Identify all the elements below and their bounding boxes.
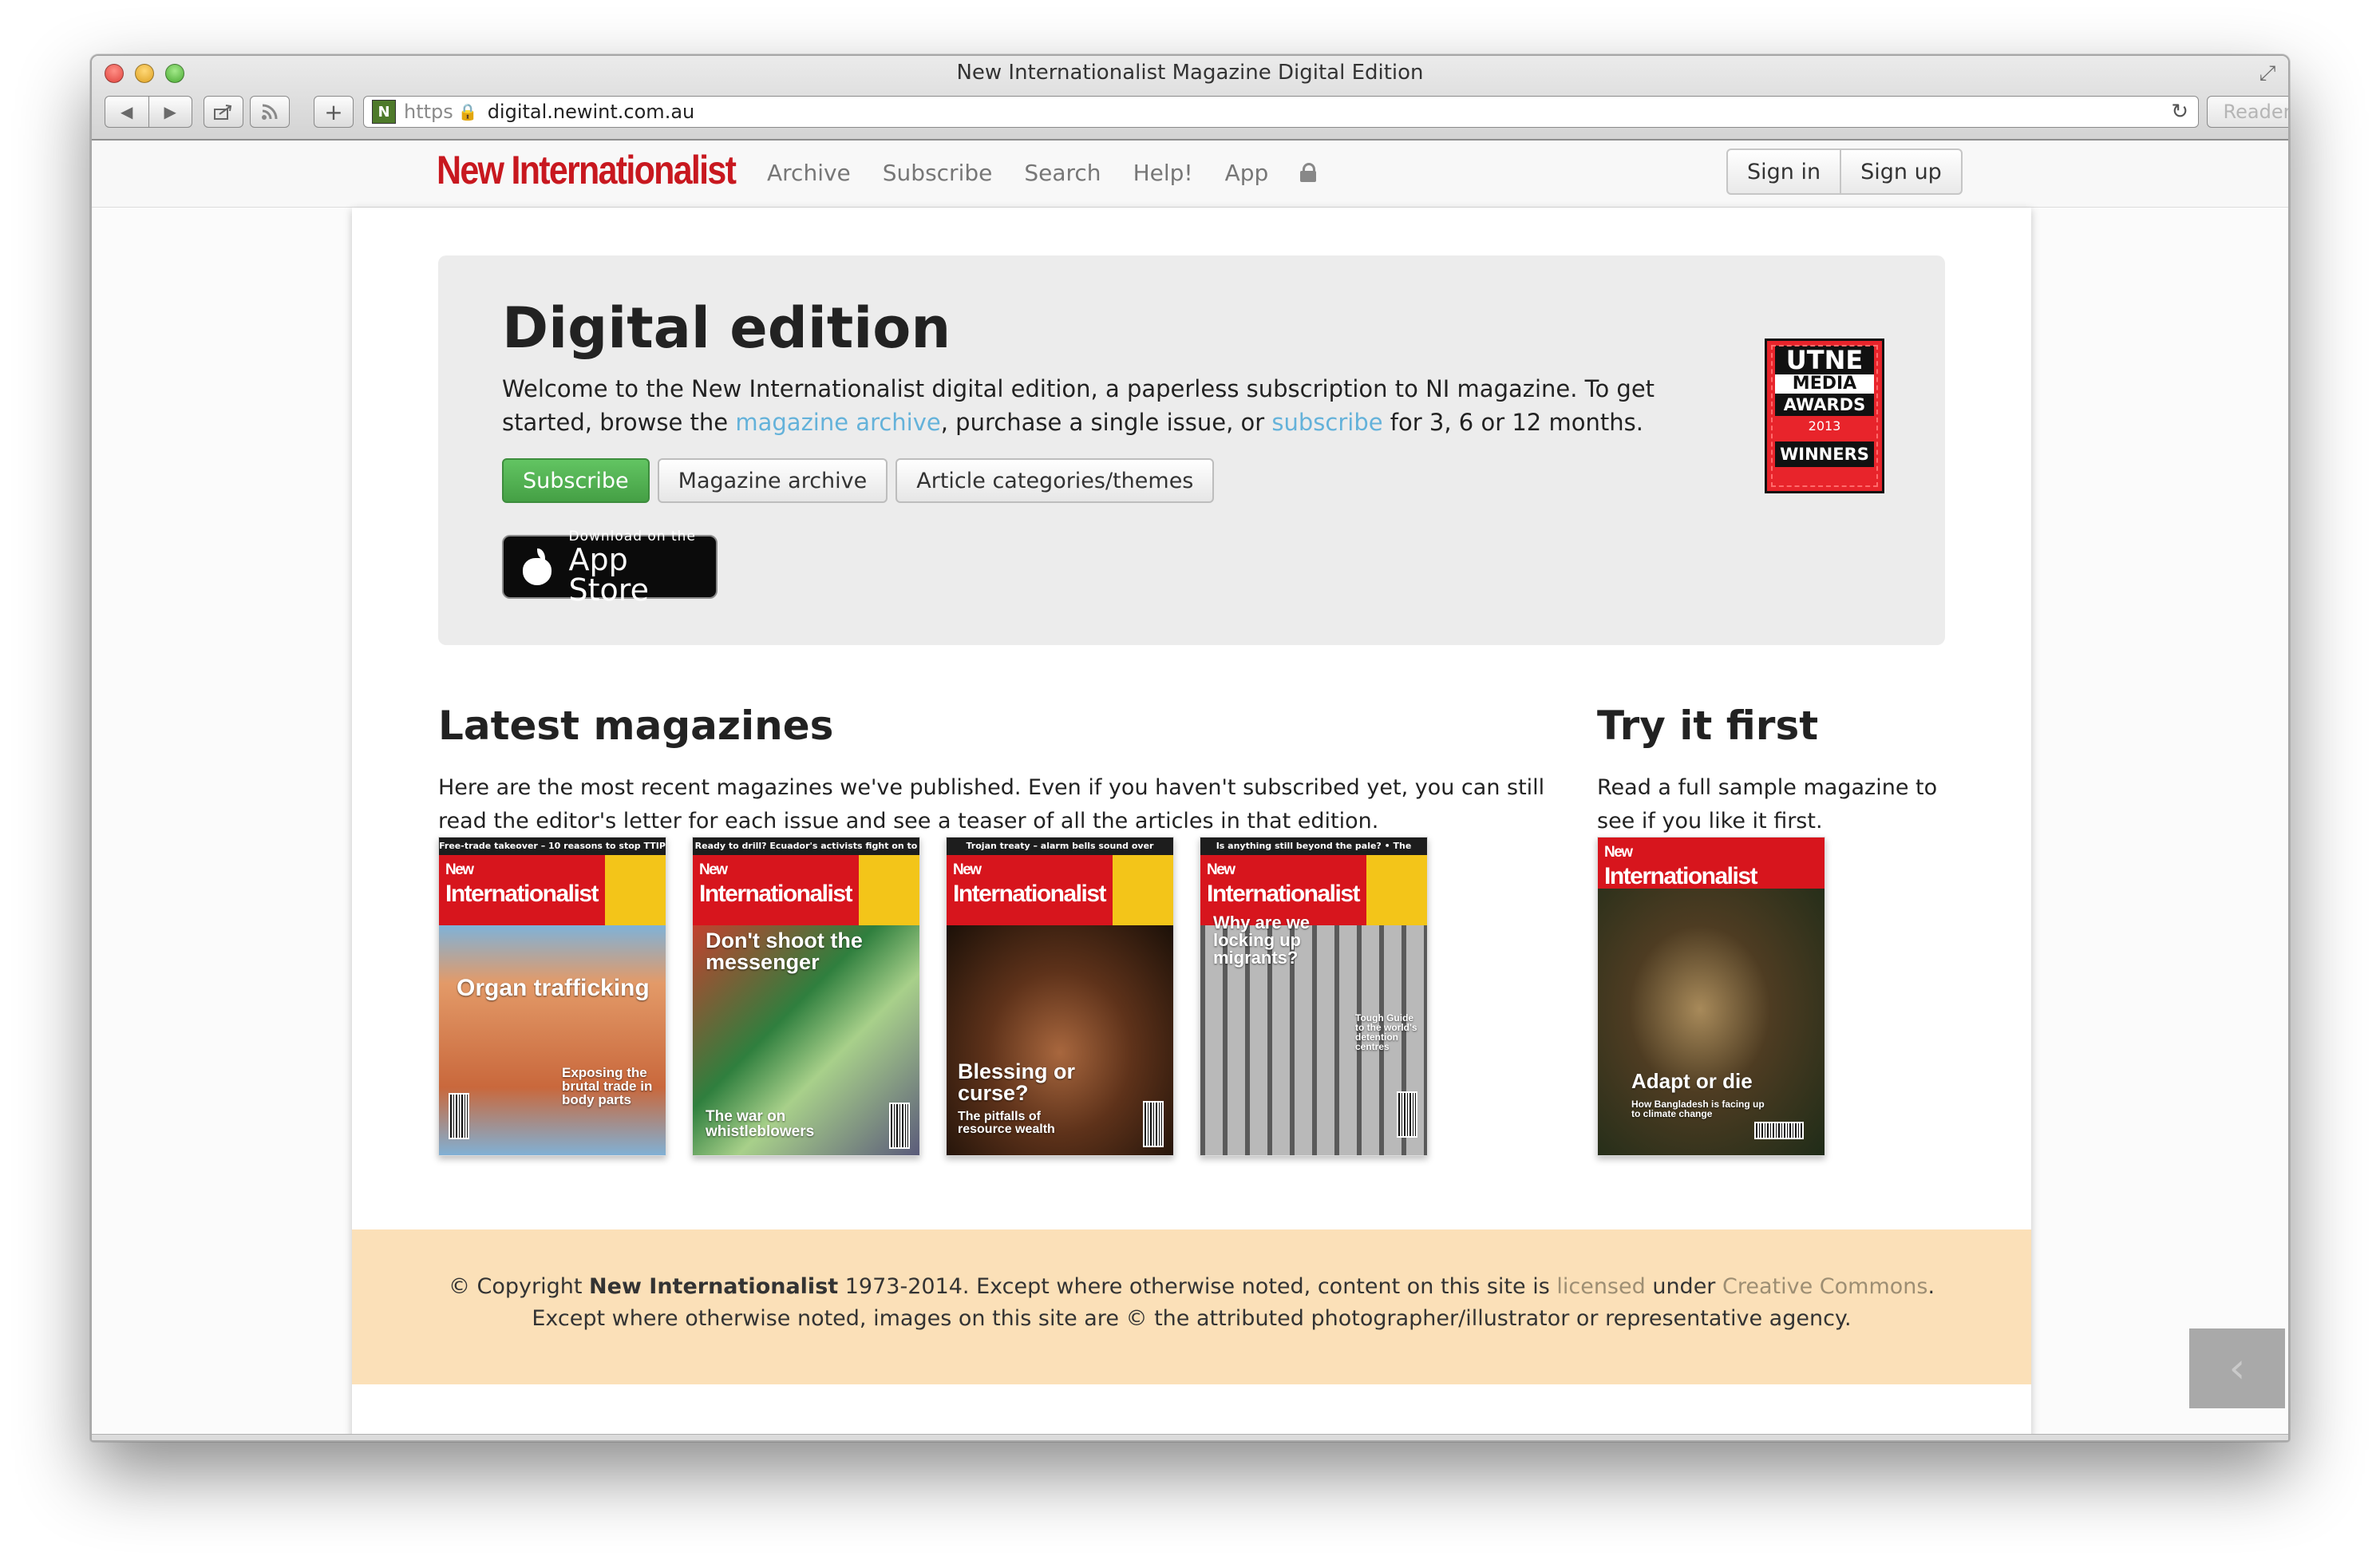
back-icon[interactable]: ◀ (105, 97, 149, 127)
magazine-cover[interactable]: Is anything still beyond the pale? • The… (1200, 837, 1428, 1156)
latest-magazines-heading: Latest magazines (438, 703, 834, 749)
utne-award-badge: UTNE MEDIA AWARDS 2013 WINNERS (1765, 339, 1884, 493)
licensed-link[interactable]: licensed (1556, 1274, 1645, 1299)
site-favicon: N (372, 100, 396, 124)
lock-icon: 🔒 (457, 102, 478, 121)
nav-help[interactable]: Help! (1133, 160, 1193, 186)
hero-buttons: Subscribe Magazine archive Article categ… (502, 458, 1215, 503)
barcode (1397, 1091, 1417, 1138)
share-button[interactable] (204, 96, 243, 128)
site-footer: © Copyright New Internationalist 1973-20… (352, 1229, 2031, 1384)
rss-button[interactable] (250, 96, 290, 128)
window-title: New Internationalist Magazine Digital Ed… (956, 61, 1424, 85)
main-container: Digital edition Welcome to the New Inter… (352, 208, 2031, 1440)
cover-art (439, 925, 666, 1155)
page-viewport: New Internationalist Archive Subscribe S… (92, 142, 2288, 1440)
reader-button[interactable]: Reader (2207, 96, 2288, 128)
url-scheme: https (404, 101, 453, 123)
horizontal-scrollbar[interactable] (92, 1434, 2288, 1440)
site-logo[interactable]: New Internationalist (437, 147, 737, 193)
footer-copyright: © Copyright New Internationalist 1973-20… (448, 1274, 1935, 1299)
app-store-big-text: App Store (568, 542, 649, 608)
url-text[interactable]: digital.newint.com.au (488, 101, 695, 123)
sign-up-button[interactable]: Sign up (1841, 150, 1961, 193)
fullscreen-icon[interactable]: ⤢ (2256, 62, 2279, 85)
latest-magazines-text: Here are the most recent magazines we've… (438, 775, 1545, 833)
reload-icon[interactable]: ↻ (2171, 100, 2188, 124)
magazine-cover[interactable]: Ready to drill? Ecuador's activists figh… (692, 837, 920, 1156)
nav-app[interactable]: App (1225, 160, 1269, 186)
footer-images-notice: Except where otherwise noted, images on … (532, 1306, 1852, 1331)
auth-button-group: Sign in Sign up (1726, 148, 1963, 195)
barcode (449, 1093, 469, 1139)
article-categories-button[interactable]: Article categories/themes (895, 458, 1215, 503)
nav-search[interactable]: Search (1024, 160, 1101, 186)
share-icon (214, 105, 232, 120)
sign-in-button[interactable]: Sign in (1728, 150, 1842, 193)
site-navbar: New Internationalist Archive Subscribe S… (92, 142, 2288, 208)
nav-archive[interactable]: Archive (767, 160, 851, 186)
forward-icon[interactable]: ▶ (149, 97, 192, 127)
barcode (1754, 1122, 1804, 1139)
new-tab-button[interactable]: + (314, 96, 354, 128)
try-it-first-text: Read a full sample magazine to see if yo… (1597, 775, 1938, 833)
browser-window: New Internationalist Magazine Digital Ed… (90, 54, 2290, 1442)
hero-intro: Welcome to the New Internationalist digi… (502, 375, 1655, 436)
subscribe-link[interactable]: subscribe (1271, 409, 1382, 436)
back-to-top-button[interactable]: ‹ (2189, 1328, 2285, 1408)
apple-icon (521, 548, 553, 585)
subscribe-button[interactable]: Subscribe (502, 458, 650, 503)
try-it-first-heading: Try it first (1597, 703, 1819, 749)
back-forward-group: ◀ ▶ (105, 96, 192, 128)
browser-toolbar: New Internationalist Magazine Digital Ed… (92, 56, 2288, 141)
magazine-archive-button[interactable]: Magazine archive (657, 458, 888, 503)
magazine-cover[interactable]: Free-trade takeover – 10 reasons to stop… (438, 837, 666, 1156)
sample-magazine-cover[interactable]: New Internationalist Adapt or die How Ban… (1597, 837, 1825, 1156)
hero-panel: Digital edition Welcome to the New Inter… (438, 255, 1945, 645)
creative-commons-link[interactable]: Creative Commons (1722, 1274, 1927, 1299)
magazine-cover[interactable]: Trojan treaty – alarm bells sound over E… (946, 837, 1174, 1156)
app-store-badge[interactable]: Download on the App Store (502, 529, 718, 605)
barcode (1143, 1101, 1164, 1147)
rss-icon (262, 104, 278, 120)
plus-icon: + (324, 98, 343, 125)
nav-subscribe[interactable]: Subscribe (883, 160, 993, 186)
address-bar[interactable]: N https 🔒 digital.newint.com.au ↻ (363, 96, 2199, 128)
magazine-archive-link[interactable]: magazine archive (735, 409, 940, 436)
main-menu: Archive Subscribe Search Help! App (767, 160, 1317, 186)
barcode (889, 1103, 910, 1149)
page-title: Digital edition (502, 295, 951, 361)
padlock-icon[interactable] (1300, 163, 1317, 182)
